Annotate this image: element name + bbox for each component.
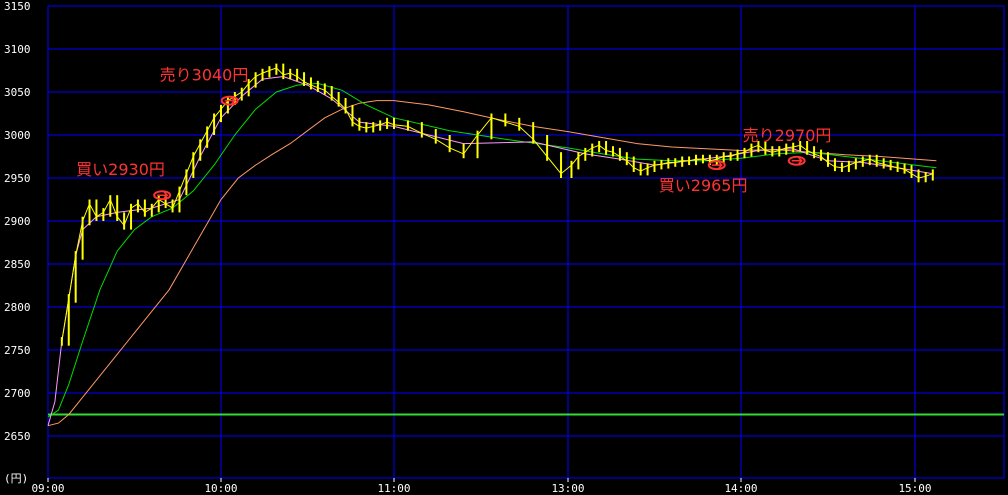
y-tick-label: 2750 xyxy=(4,344,31,357)
y-tick-label: 3050 xyxy=(4,86,31,99)
x-tick-label: 15:00 xyxy=(898,482,931,495)
trade-annotation-label: 買い2930円 xyxy=(76,160,165,179)
y-tick-label: 3150 xyxy=(4,0,31,13)
y-tick-label: 2850 xyxy=(4,258,31,271)
y-axis-unit-label: (円) xyxy=(4,472,28,485)
x-tick-label: 10:00 xyxy=(204,482,237,495)
y-tick-label: 2700 xyxy=(4,387,31,400)
chart-background xyxy=(0,0,1008,495)
y-tick-label: 3100 xyxy=(4,43,31,56)
intraday-price-chart: 2650 2700 2750 2800 2850 2900 2950 3000 3050 3100… xyxy=(0,0,1008,495)
x-tick-label: 11:00 xyxy=(377,482,410,495)
y-tick-label: 2900 xyxy=(4,215,31,228)
x-tick-label: 14:00 xyxy=(724,482,757,495)
y-tick-label: 3000 xyxy=(4,129,31,142)
trade-annotation-label: 売り3040円 xyxy=(160,66,249,85)
x-tick-label: 09:00 xyxy=(31,482,64,495)
y-tick-label: 2800 xyxy=(4,301,31,314)
trade-annotation-label: 売り2970円 xyxy=(743,126,832,145)
trade-annotation-label: 買い2965円 xyxy=(659,176,748,195)
x-tick-label: 13:00 xyxy=(551,482,584,495)
y-tick-label: 2950 xyxy=(4,172,31,185)
y-tick-label: 2650 xyxy=(4,430,31,443)
